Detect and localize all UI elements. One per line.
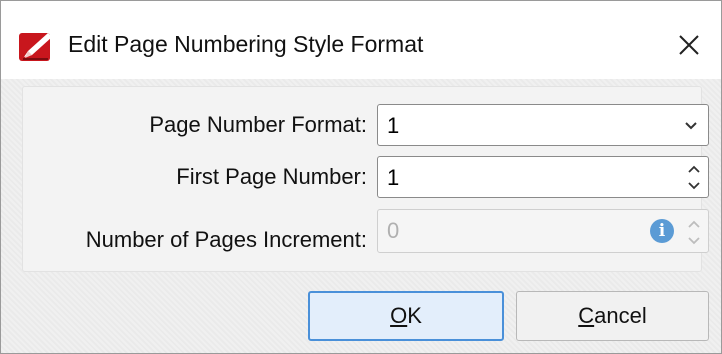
close-icon bbox=[679, 35, 699, 55]
pages-increment-value: 0 bbox=[387, 218, 400, 243]
first-page-number-value: 1 bbox=[387, 165, 400, 190]
spinner-up-icon bbox=[688, 220, 700, 228]
page-number-format-value: 1 bbox=[387, 113, 400, 138]
pages-increment-label: Number of Pages Increment: bbox=[85, 227, 367, 252]
info-icon[interactable]: i bbox=[650, 219, 674, 243]
chevron-down-icon bbox=[685, 122, 697, 130]
spinner-up-icon[interactable] bbox=[688, 165, 700, 174]
page-number-format-label: Page Number Format: bbox=[149, 112, 367, 137]
close-button[interactable] bbox=[669, 25, 709, 65]
title-bar: Edit Page Numbering Style Format bbox=[1, 1, 721, 79]
pdf-edit-pen-icon bbox=[19, 33, 52, 61]
first-page-number-stepper[interactable]: 1 bbox=[377, 156, 709, 198]
spinner-down-icon[interactable] bbox=[688, 181, 700, 190]
edit-page-numbering-dialog: Edit Page Numbering Style Format Page Nu… bbox=[0, 0, 722, 354]
pages-increment-stepper[interactable]: 0 i bbox=[377, 209, 709, 253]
page-number-format-dropdown[interactable]: 1 bbox=[377, 104, 709, 146]
first-page-number-label: First Page Number: bbox=[176, 164, 367, 189]
ok-button-label: OK bbox=[390, 303, 422, 328]
window-title: Edit Page Numbering Style Format bbox=[68, 31, 424, 57]
spinner-down-icon bbox=[688, 237, 700, 245]
ok-button[interactable]: OK bbox=[308, 291, 504, 341]
cancel-button-label: Cancel bbox=[578, 303, 647, 328]
cancel-button[interactable]: Cancel bbox=[516, 291, 709, 341]
